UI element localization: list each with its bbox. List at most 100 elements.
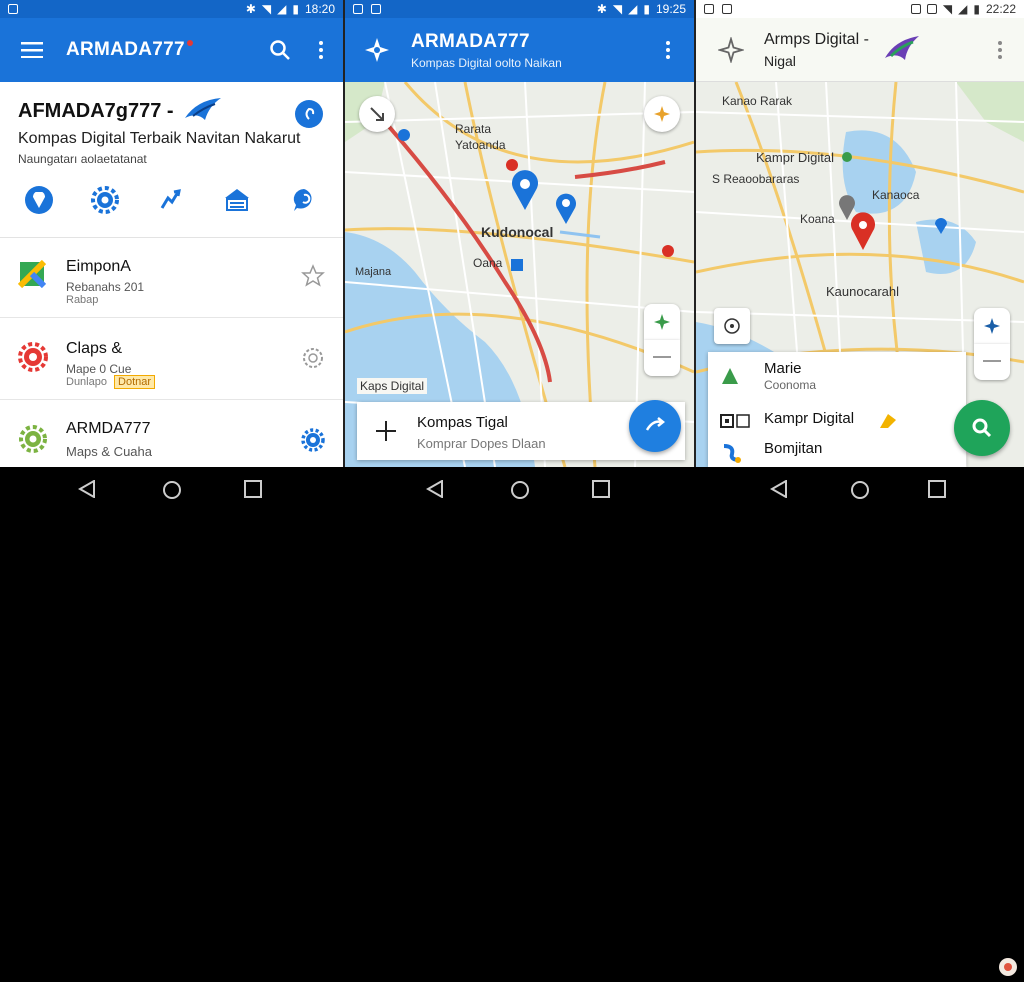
battery-icon: ▮ bbox=[292, 2, 299, 16]
poi-marker-icon[interactable] bbox=[511, 258, 523, 276]
more-options-icon[interactable] bbox=[666, 41, 670, 59]
app-title: ARMADA777 bbox=[411, 30, 530, 52]
add-icon[interactable] bbox=[375, 420, 397, 447]
status-bar: ◥ ◢ ▮ 22:22 bbox=[696, 0, 1024, 18]
notification-icon bbox=[8, 4, 18, 14]
map-label: Kampr Digital bbox=[756, 150, 835, 165]
search-nearby-button[interactable] bbox=[954, 400, 1010, 456]
bluetooth-icon: ✱ bbox=[596, 2, 607, 16]
wifi-icon: ◥ bbox=[942, 2, 953, 16]
poi-marker-icon[interactable] bbox=[934, 216, 948, 239]
app-title: Armps Digital - bbox=[764, 30, 869, 48]
bird-logo-icon bbox=[883, 32, 923, 67]
list-item-title: Bomjitan bbox=[764, 440, 823, 457]
app-subtitle: Kompas Digital oolto Naikan bbox=[411, 55, 562, 70]
qr-icon bbox=[720, 414, 750, 433]
map-view[interactable]: Yatoanda Rarata Kudonocal Oana Majana Ka… bbox=[345, 81, 694, 467]
compass-button[interactable] bbox=[974, 308, 1010, 344]
map-label: S Reaoobararas bbox=[712, 172, 800, 186]
recents-icon[interactable] bbox=[928, 480, 946, 503]
poi-marker-icon[interactable] bbox=[397, 128, 411, 147]
recents-icon[interactable] bbox=[244, 480, 262, 503]
poi-marker-icon[interactable] bbox=[505, 158, 519, 177]
home-icon[interactable] bbox=[510, 480, 530, 505]
notification-icon bbox=[722, 4, 732, 14]
search-icon[interactable] bbox=[269, 39, 291, 61]
map-layers-icon[interactable] bbox=[222, 186, 252, 219]
compass-button[interactable] bbox=[644, 96, 680, 132]
bluetooth-icon: ✱ bbox=[245, 2, 256, 16]
route-icon[interactable] bbox=[156, 186, 184, 219]
status-time: 19:25 bbox=[655, 2, 686, 16]
poi-marker-icon[interactable] bbox=[661, 244, 675, 263]
poi-marker-icon[interactable] bbox=[841, 150, 853, 168]
star-icon[interactable] bbox=[301, 264, 325, 293]
signal-icon: ◢ bbox=[628, 2, 638, 16]
red-gear-icon bbox=[18, 342, 48, 377]
collapse-button[interactable] bbox=[359, 96, 395, 132]
menu-icon[interactable] bbox=[20, 42, 44, 58]
more-options-icon[interactable] bbox=[319, 41, 323, 59]
list-item[interactable]: Claps & Mape 0 Cue Dunlapo Dotnar bbox=[0, 320, 343, 400]
map-view[interactable]: Kanao Rarak Kampr Digital S Reaoobararas… bbox=[696, 81, 1024, 467]
list-item[interactable]: ARMDA777 Maps & Cuaha bbox=[0, 402, 343, 467]
list-item-title: Kampr Digital bbox=[764, 410, 855, 427]
back-icon[interactable] bbox=[769, 479, 788, 503]
list-item[interactable]: EimponA Rebanahs 201 Rabap bbox=[0, 238, 343, 318]
signal-icon: ◢ bbox=[277, 2, 287, 16]
maps-app-icon bbox=[17, 259, 47, 293]
screen-map: ✱ ◥ ◢ ▮ 19:25 ARMADA777 Kompas Digital o… bbox=[343, 0, 694, 467]
list-item-title: ARMDA777 bbox=[66, 420, 151, 437]
home-icon[interactable] bbox=[850, 480, 870, 505]
hero-line2: Naungatarı aolaetatanat bbox=[18, 152, 147, 166]
list-item-title: Marie bbox=[764, 360, 802, 377]
home-icon[interactable] bbox=[162, 480, 182, 505]
list-item-subtitle: Maps & Cuaha bbox=[66, 444, 152, 459]
list-item[interactable]: Kampr Digital bbox=[708, 408, 966, 436]
map-label: Rarata bbox=[455, 122, 492, 136]
settings-icon[interactable] bbox=[90, 186, 119, 219]
status-time: 22:22 bbox=[985, 2, 1016, 16]
list-item-subtitle: Coonoma bbox=[764, 378, 817, 392]
status-badge: Dotnar bbox=[114, 375, 156, 389]
blue-gear-icon[interactable] bbox=[301, 428, 325, 457]
location-pin-icon[interactable] bbox=[24, 186, 53, 214]
avatar[interactable] bbox=[998, 957, 1018, 982]
gear-outline-icon[interactable] bbox=[301, 346, 325, 375]
map-label: Yatoanda bbox=[455, 138, 506, 152]
map-label: Kanao Rarak bbox=[722, 94, 793, 108]
more-options-icon[interactable] bbox=[998, 40, 1002, 59]
card-title: Kompas Tigal bbox=[417, 414, 508, 431]
location-pin-icon[interactable] bbox=[555, 192, 577, 229]
signal-icon: ◢ bbox=[958, 2, 968, 16]
location-pin-icon[interactable] bbox=[838, 194, 856, 225]
tag-icon bbox=[878, 412, 898, 435]
bird-logo-icon bbox=[183, 96, 223, 127]
zoom-out-button[interactable] bbox=[974, 344, 1010, 380]
back-icon[interactable] bbox=[425, 479, 444, 503]
list-item-subtitle: Rebanahs 201 bbox=[66, 280, 145, 294]
zoom-out-button[interactable] bbox=[644, 340, 680, 376]
zoom-in-button[interactable] bbox=[644, 304, 680, 340]
chat-icon[interactable] bbox=[290, 186, 318, 219]
help-icon[interactable] bbox=[295, 100, 323, 128]
status-bar: ✱ ◥ ◢ ▮ 19:25 bbox=[345, 0, 694, 18]
map-label: Kaunocarahl bbox=[826, 284, 899, 299]
list-item[interactable]: Marie Coonoma bbox=[708, 352, 966, 394]
locate-button[interactable] bbox=[714, 308, 750, 344]
compass-icon[interactable] bbox=[718, 36, 744, 63]
status-bar: ✱ ◥ ◢ ▮ 18:20 bbox=[0, 0, 343, 18]
recents-icon[interactable] bbox=[592, 480, 610, 503]
compass-icon[interactable] bbox=[363, 36, 391, 64]
places-list: Marie Coonoma Kampr Digital Bomjitan bbox=[708, 352, 966, 467]
back-icon[interactable] bbox=[77, 479, 96, 503]
hero-card: AFMADA7g777 - Kompas Digital Terbaik Nav… bbox=[0, 82, 343, 238]
screen-home: ✱ ◥ ◢ ▮ 18:20 ARMADA777 AFMADA7g777 - Ko… bbox=[0, 0, 343, 467]
map-label: Kaps Digital bbox=[357, 378, 428, 394]
card-subtitle: Komprar Dopes Dlaan bbox=[417, 436, 546, 451]
status-time: 18:20 bbox=[304, 2, 335, 16]
app-subtitle: Nigal bbox=[764, 52, 796, 69]
list-item[interactable]: Bomjitan bbox=[708, 438, 966, 466]
notification-icon bbox=[926, 4, 937, 14]
directions-button[interactable] bbox=[629, 400, 681, 452]
